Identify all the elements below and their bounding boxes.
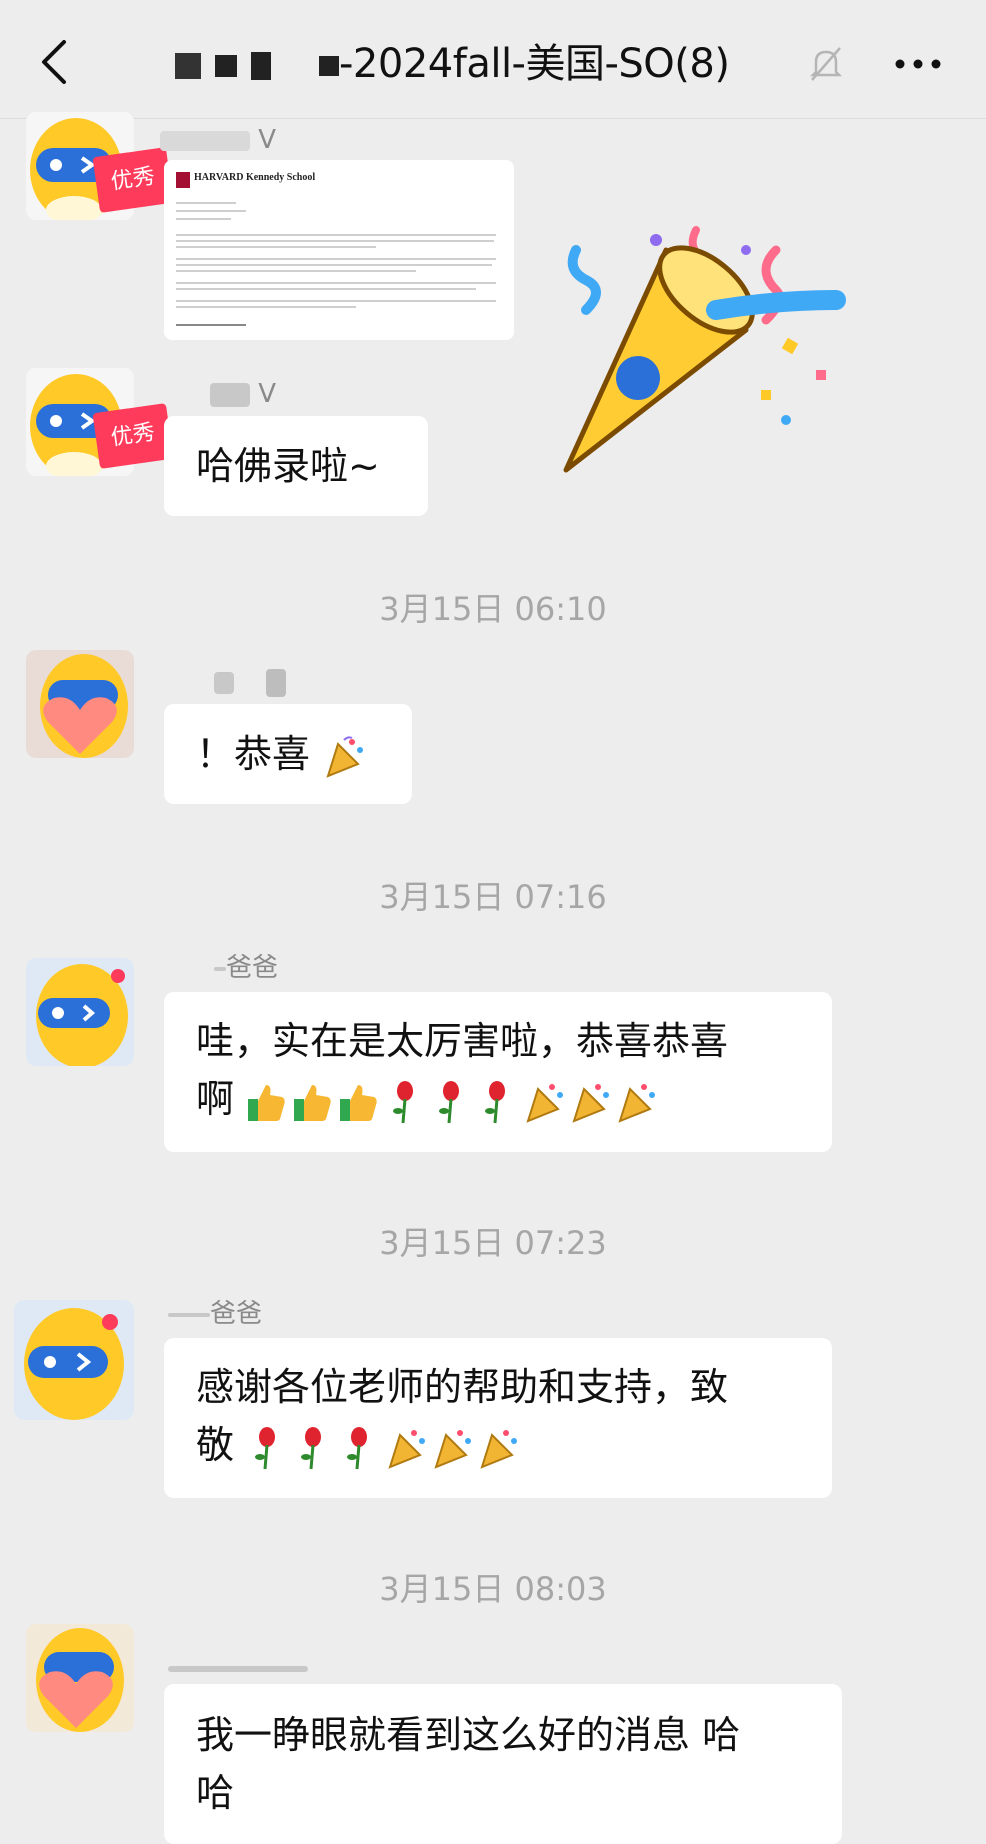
excellent-badge: 优秀 xyxy=(92,147,174,213)
message-bubble[interactable]: 哇，实在是太厉害啦，恭喜恭喜 啊 xyxy=(164,992,832,1152)
redacted-name xyxy=(319,56,339,76)
redacted-name xyxy=(175,53,201,79)
message-line-2: 啊 xyxy=(196,1070,800,1128)
timestamp: 3月15日 07:23 xyxy=(379,1224,607,1262)
doc-line xyxy=(176,258,496,260)
redacted-name xyxy=(210,382,250,407)
doc-line xyxy=(176,234,496,236)
doc-line xyxy=(176,218,231,220)
timestamp: 3月15日 06:10 xyxy=(379,590,607,628)
message-line-2: 哈 xyxy=(196,1771,235,1815)
avatar[interactable] xyxy=(26,1624,134,1732)
chat-title-text: -2024fall-美国-SO(8) xyxy=(339,41,730,87)
mascot-heart-avatar-icon xyxy=(26,1624,134,1732)
thumbs-up-emoji-icon xyxy=(248,1084,285,1121)
party-popper-emoji-icon xyxy=(434,1429,472,1469)
avatar[interactable] xyxy=(26,650,134,758)
redacted-name xyxy=(160,130,250,151)
doc-line xyxy=(176,300,496,302)
sender-name: 爸爸 xyxy=(168,1298,262,1330)
doc-signature xyxy=(176,324,246,326)
excellent-badge: 优秀 xyxy=(92,403,174,469)
emoji-row xyxy=(246,1077,660,1123)
redacted-name xyxy=(266,668,287,697)
chat-title: -2024fall-美国-SO(8) xyxy=(175,36,730,92)
mascot-avatar-icon xyxy=(26,958,134,1066)
doc-line xyxy=(176,202,236,204)
doc-line xyxy=(176,240,494,242)
avatar[interactable] xyxy=(26,958,134,1066)
redacted-name xyxy=(251,52,271,80)
mascot-heart-avatar-icon xyxy=(26,650,134,758)
message-bubble[interactable]: 感谢各位老师的帮助和支持，致 敬 xyxy=(164,1338,832,1498)
rose-emoji-icon xyxy=(301,1426,322,1469)
message-line: 哇，实在是太厉害啦，恭喜恭喜 xyxy=(196,1019,729,1063)
message-bubble[interactable]: ！恭喜 xyxy=(164,704,412,804)
doc-logo-icon xyxy=(176,172,190,188)
redacted-name xyxy=(214,966,226,971)
sender-name: 爸爸 xyxy=(214,952,278,984)
redacted-name xyxy=(215,55,237,77)
sender-name xyxy=(214,666,287,698)
chevron-left-icon[interactable] xyxy=(36,38,76,86)
party-popper-emoji-icon xyxy=(572,1083,610,1123)
doc-line xyxy=(176,210,246,212)
redacted-name xyxy=(168,1665,308,1672)
emoji-row xyxy=(246,1423,522,1469)
rose-emoji-icon xyxy=(393,1080,414,1123)
admission-letter-image[interactable]: HARVARD Kennedy School xyxy=(164,160,514,340)
thumbs-up-emoji-icon xyxy=(294,1084,331,1121)
rose-emoji-icon xyxy=(347,1426,368,1469)
more-dots-icon[interactable] xyxy=(890,44,946,84)
doc-title: HARVARD Kennedy School xyxy=(194,172,316,183)
redacted-name xyxy=(168,1312,210,1317)
rose-emoji-icon xyxy=(255,1426,276,1469)
rose-emoji-icon xyxy=(485,1080,506,1123)
avatar[interactable] xyxy=(14,1300,134,1420)
message-line: 感谢各位老师的帮助和支持，致 xyxy=(196,1365,729,1409)
doc-line xyxy=(176,264,492,266)
party-popper-emoji-icon xyxy=(526,1083,564,1123)
timestamp: 3月15日 08:03 xyxy=(379,1570,607,1608)
thumbs-up-emoji-icon xyxy=(340,1084,377,1121)
party-popper-emoji-icon xyxy=(480,1429,518,1469)
timestamp: 3月15日 07:16 xyxy=(379,878,607,916)
bell-muted-icon xyxy=(809,47,843,81)
doc-line xyxy=(176,288,476,290)
message-bubble[interactable]: 我一睁眼就看到这么好的消息 哈 哈 xyxy=(164,1684,842,1844)
party-popper-emoji-icon xyxy=(388,1429,426,1469)
chat-header: -2024fall-美国-SO(8) xyxy=(0,0,986,119)
doc-line xyxy=(176,282,496,284)
party-popper-emoji-icon xyxy=(326,735,364,778)
redacted-name xyxy=(214,671,234,694)
party-popper-sticker-icon xyxy=(563,226,846,473)
party-popper-emoji-icon xyxy=(618,1083,656,1123)
sender-name: V xyxy=(210,378,276,410)
message-line: 我一睁眼就看到这么好的消息 哈 xyxy=(196,1713,741,1757)
message-line-2: 敬 xyxy=(196,1416,800,1474)
sender-name: V xyxy=(160,124,276,156)
sender-name xyxy=(168,1652,308,1684)
doc-line xyxy=(176,270,416,272)
mascot-avatar-icon xyxy=(14,1300,134,1420)
doc-line xyxy=(176,306,356,308)
doc-line xyxy=(176,246,376,248)
message-bubble[interactable]: 哈佛录啦~ xyxy=(164,416,428,516)
rose-emoji-icon xyxy=(439,1080,460,1123)
